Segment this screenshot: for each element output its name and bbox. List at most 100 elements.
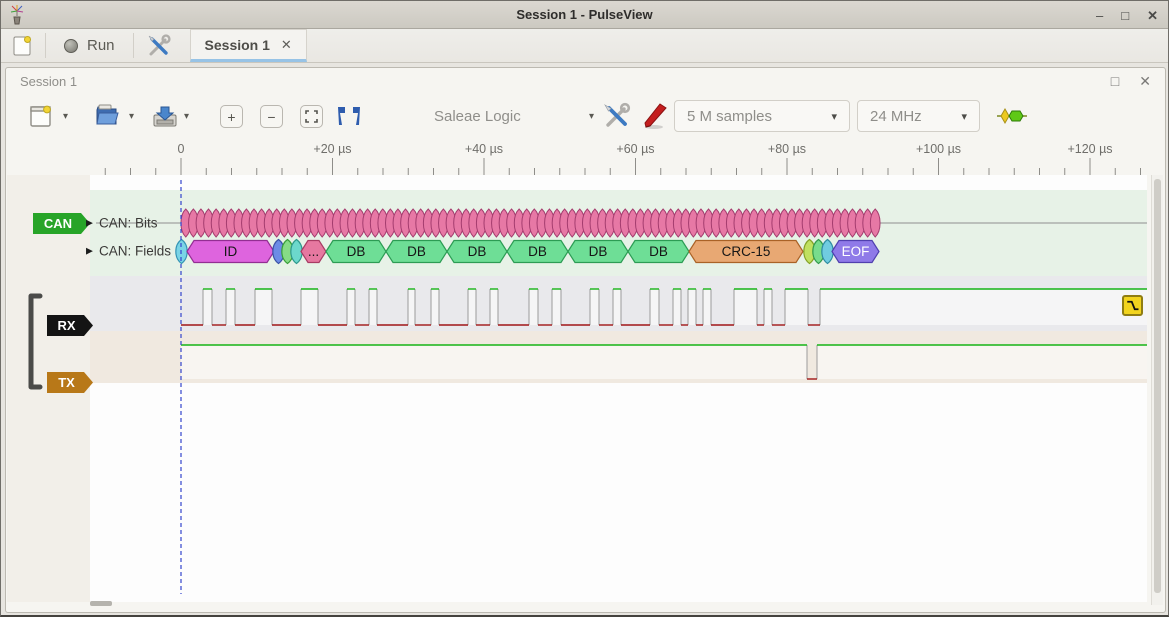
can-bit-annotation: [279, 209, 289, 237]
can-bit-annotation: [332, 209, 342, 237]
can-bit-annotation: [734, 209, 744, 237]
can-field-annotation: [273, 240, 284, 264]
can-bit-annotation: [651, 209, 661, 237]
can-bit-annotation: [795, 209, 805, 237]
can-bit-annotation: [848, 209, 858, 237]
can-bit-annotation: [492, 209, 502, 237]
can-field-annotation: [689, 241, 803, 263]
can-field-annotation: [447, 241, 507, 263]
can-bit-annotation: [211, 209, 221, 237]
can-bit-annotation: [787, 209, 797, 237]
can-bit-annotation: [469, 209, 479, 237]
vertical-scrollbar-handle[interactable]: [1154, 179, 1161, 593]
rx-band: [90, 276, 1147, 331]
can-bit-annotation: [393, 209, 403, 237]
row-label-can-fields[interactable]: CAN: Fields: [99, 244, 171, 259]
titlebar[interactable]: Session 1 - PulseView – □ ✕: [1, 1, 1168, 29]
can-bit-annotation: [689, 209, 699, 237]
horizontal-scrollbar[interactable]: [90, 601, 112, 606]
can-bit-annotation: [446, 209, 456, 237]
decoder-band: [90, 190, 1147, 276]
can-bit-annotation: [378, 209, 388, 237]
can-bit-annotation: [620, 209, 630, 237]
can-bit-annotation: [189, 209, 199, 237]
can-bit-annotation: [673, 209, 683, 237]
tab-label: Session 1: [205, 37, 270, 53]
can-bit-annotation: [522, 209, 532, 237]
can-bit-annotation: [272, 209, 282, 237]
close-button[interactable]: ✕: [1147, 9, 1158, 22]
can-field-label: CRC-15: [722, 244, 771, 259]
can-bit-annotation: [628, 209, 638, 237]
can-field-label: EOF: [842, 244, 870, 259]
can-field-annotation: [386, 241, 447, 263]
trigger-marker[interactable]: [1122, 295, 1143, 316]
tools-icon: [146, 33, 172, 59]
can-field-annotation: [832, 241, 879, 263]
can-field-annotation: [326, 241, 386, 263]
settings-button[interactable]: [136, 29, 182, 62]
can-field-label: DB: [407, 244, 426, 259]
can-bit-annotation: [696, 209, 706, 237]
run-label: Run: [87, 37, 115, 54]
can-bit-annotation: [401, 209, 411, 237]
new-session-icon: [11, 34, 33, 58]
can-bit-annotation: [681, 209, 691, 237]
can-bit-annotation: [863, 209, 873, 237]
can-bit-annotation: [772, 209, 782, 237]
decoder-tag-can[interactable]: CAN: [33, 213, 90, 234]
can-bit-annotation: [779, 209, 789, 237]
row-label-can-bits[interactable]: CAN: Bits: [99, 216, 158, 231]
plot-background: [90, 175, 1147, 602]
tab-close-icon[interactable]: ✕: [281, 37, 292, 53]
can-bit-annotation: [666, 209, 676, 237]
can-bit-annotation: [340, 209, 350, 237]
channel-tag-tx[interactable]: TX: [47, 372, 93, 393]
can-bit-annotation: [575, 209, 585, 237]
can-bit-annotation: [742, 209, 752, 237]
can-bit-annotation: [257, 209, 267, 237]
can-bit-annotation: [817, 209, 827, 237]
vertical-scrollbar[interactable]: [1151, 175, 1163, 605]
tab-session-1[interactable]: Session 1 ✕: [190, 29, 307, 62]
can-bit-annotation: [832, 209, 842, 237]
can-bit-annotation: [567, 209, 577, 237]
can-bit-annotation: [219, 209, 229, 237]
can-bit-annotation: [802, 209, 812, 237]
can-bit-annotation: [598, 209, 608, 237]
can-field-annotation: [187, 241, 274, 263]
can-bit-annotation: [757, 209, 767, 237]
expander-can-fields-icon[interactable]: ▶: [86, 246, 93, 257]
can-bit-annotation: [507, 209, 517, 237]
can-bit-annotation: [529, 209, 539, 237]
can-field-annotation: [813, 240, 824, 264]
can-bit-annotation: [484, 209, 494, 237]
channel-group-bracket[interactable]: [31, 296, 40, 387]
can-bit-annotation: [287, 209, 297, 237]
window-title: Session 1 - PulseView: [1, 7, 1168, 22]
can-bit-annotation: [242, 209, 252, 237]
maximize-button[interactable]: □: [1121, 9, 1129, 22]
can-field-annotation: [568, 241, 628, 263]
expander-can-bits-icon[interactable]: ▶: [86, 218, 93, 229]
can-bit-annotation: [719, 209, 729, 237]
can-field-label: DB: [649, 244, 668, 259]
trace-view[interactable]: ID...DBDBDBDBDBDBCRC-15EOF CAN ▶ CAN: Bi…: [6, 68, 1165, 612]
minimize-button[interactable]: –: [1096, 9, 1103, 22]
can-bit-annotation: [704, 209, 714, 237]
can-bit-annotation: [711, 209, 721, 237]
tx-band: [90, 331, 1147, 383]
can-field-annotation: [804, 240, 815, 264]
can-bit-annotation: [355, 209, 365, 237]
can-bit-annotation: [545, 209, 555, 237]
pulseview-window: Session 1 - PulseView – □ ✕ Run: [0, 0, 1169, 617]
can-bit-annotation: [234, 209, 244, 237]
new-session-button[interactable]: [1, 29, 43, 62]
can-bit-annotation: [749, 209, 759, 237]
channel-tag-rx[interactable]: RX: [47, 315, 93, 336]
can-bit-annotation: [302, 209, 312, 237]
can-bit-annotation: [643, 209, 653, 237]
can-bit-annotation: [560, 209, 570, 237]
run-button[interactable]: Run: [48, 29, 131, 62]
falling-edge-icon: [1125, 298, 1140, 313]
